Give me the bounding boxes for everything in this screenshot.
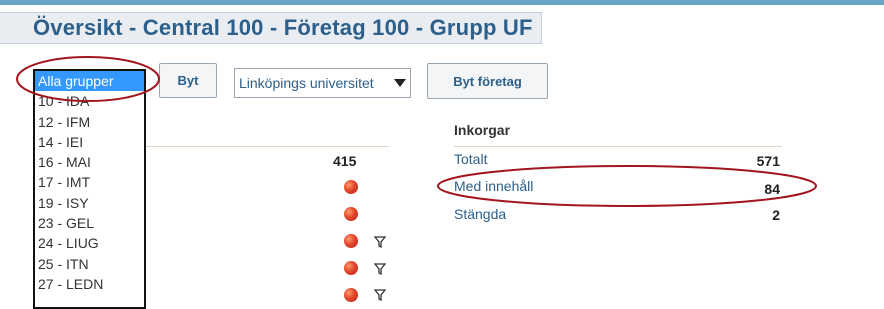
status-dot-icon bbox=[344, 288, 358, 302]
inbox-row-value: 2 bbox=[772, 207, 780, 223]
byt-foretag-button[interactable]: Byt företag bbox=[427, 63, 548, 99]
status-dot-icon bbox=[344, 234, 358, 248]
left-count: 415 bbox=[333, 153, 357, 169]
status-dot-icon bbox=[344, 180, 358, 194]
group-option[interactable]: 10 - IDA bbox=[35, 91, 144, 111]
group-option[interactable]: 14 - IEI bbox=[35, 132, 144, 152]
status-dot-icon bbox=[344, 261, 358, 275]
university-select-value: Linköpings universitet bbox=[239, 75, 374, 91]
inbox-title: Inkorgar bbox=[454, 122, 511, 138]
left-divider bbox=[146, 146, 389, 147]
inbox-row-value: 571 bbox=[756, 153, 780, 169]
group-option[interactable]: Alla grupper bbox=[35, 71, 144, 92]
top-accent-bar bbox=[0, 0, 884, 5]
filter-icon[interactable] bbox=[374, 236, 386, 248]
status-dot-icon bbox=[344, 207, 358, 221]
group-option[interactable]: 25 - ITN bbox=[35, 254, 144, 274]
group-option[interactable]: 12 - IFM bbox=[35, 112, 144, 132]
inbox-row-label[interactable]: Totalt bbox=[454, 151, 487, 167]
group-option[interactable]: 16 - MAI bbox=[35, 152, 144, 172]
filter-icon[interactable] bbox=[374, 289, 386, 301]
inbox-row-value: 84 bbox=[764, 181, 780, 197]
chevron-down-icon bbox=[394, 79, 406, 87]
group-option[interactable]: 24 - LIUG bbox=[35, 233, 144, 253]
group-option[interactable]: 19 - ISY bbox=[35, 193, 144, 213]
inbox-row-label[interactable]: Stängda bbox=[454, 206, 506, 222]
group-listbox[interactable]: Alla grupper 10 - IDA 12 - IFM 14 - IEI … bbox=[33, 69, 146, 309]
group-option[interactable]: 27 - LEDN bbox=[35, 274, 144, 294]
university-select[interactable]: Linköpings universitet bbox=[234, 68, 411, 98]
byt-button[interactable]: Byt bbox=[159, 63, 217, 98]
filter-icon[interactable] bbox=[374, 263, 386, 275]
group-option[interactable]: 17 - IMT bbox=[35, 172, 144, 192]
inbox-divider bbox=[454, 146, 782, 147]
page-title: Översikt - Central 100 - Företag 100 - G… bbox=[33, 15, 533, 40]
inbox-row-label[interactable]: Med innehåll bbox=[454, 178, 533, 194]
group-option[interactable]: 23 - GEL bbox=[35, 213, 144, 233]
